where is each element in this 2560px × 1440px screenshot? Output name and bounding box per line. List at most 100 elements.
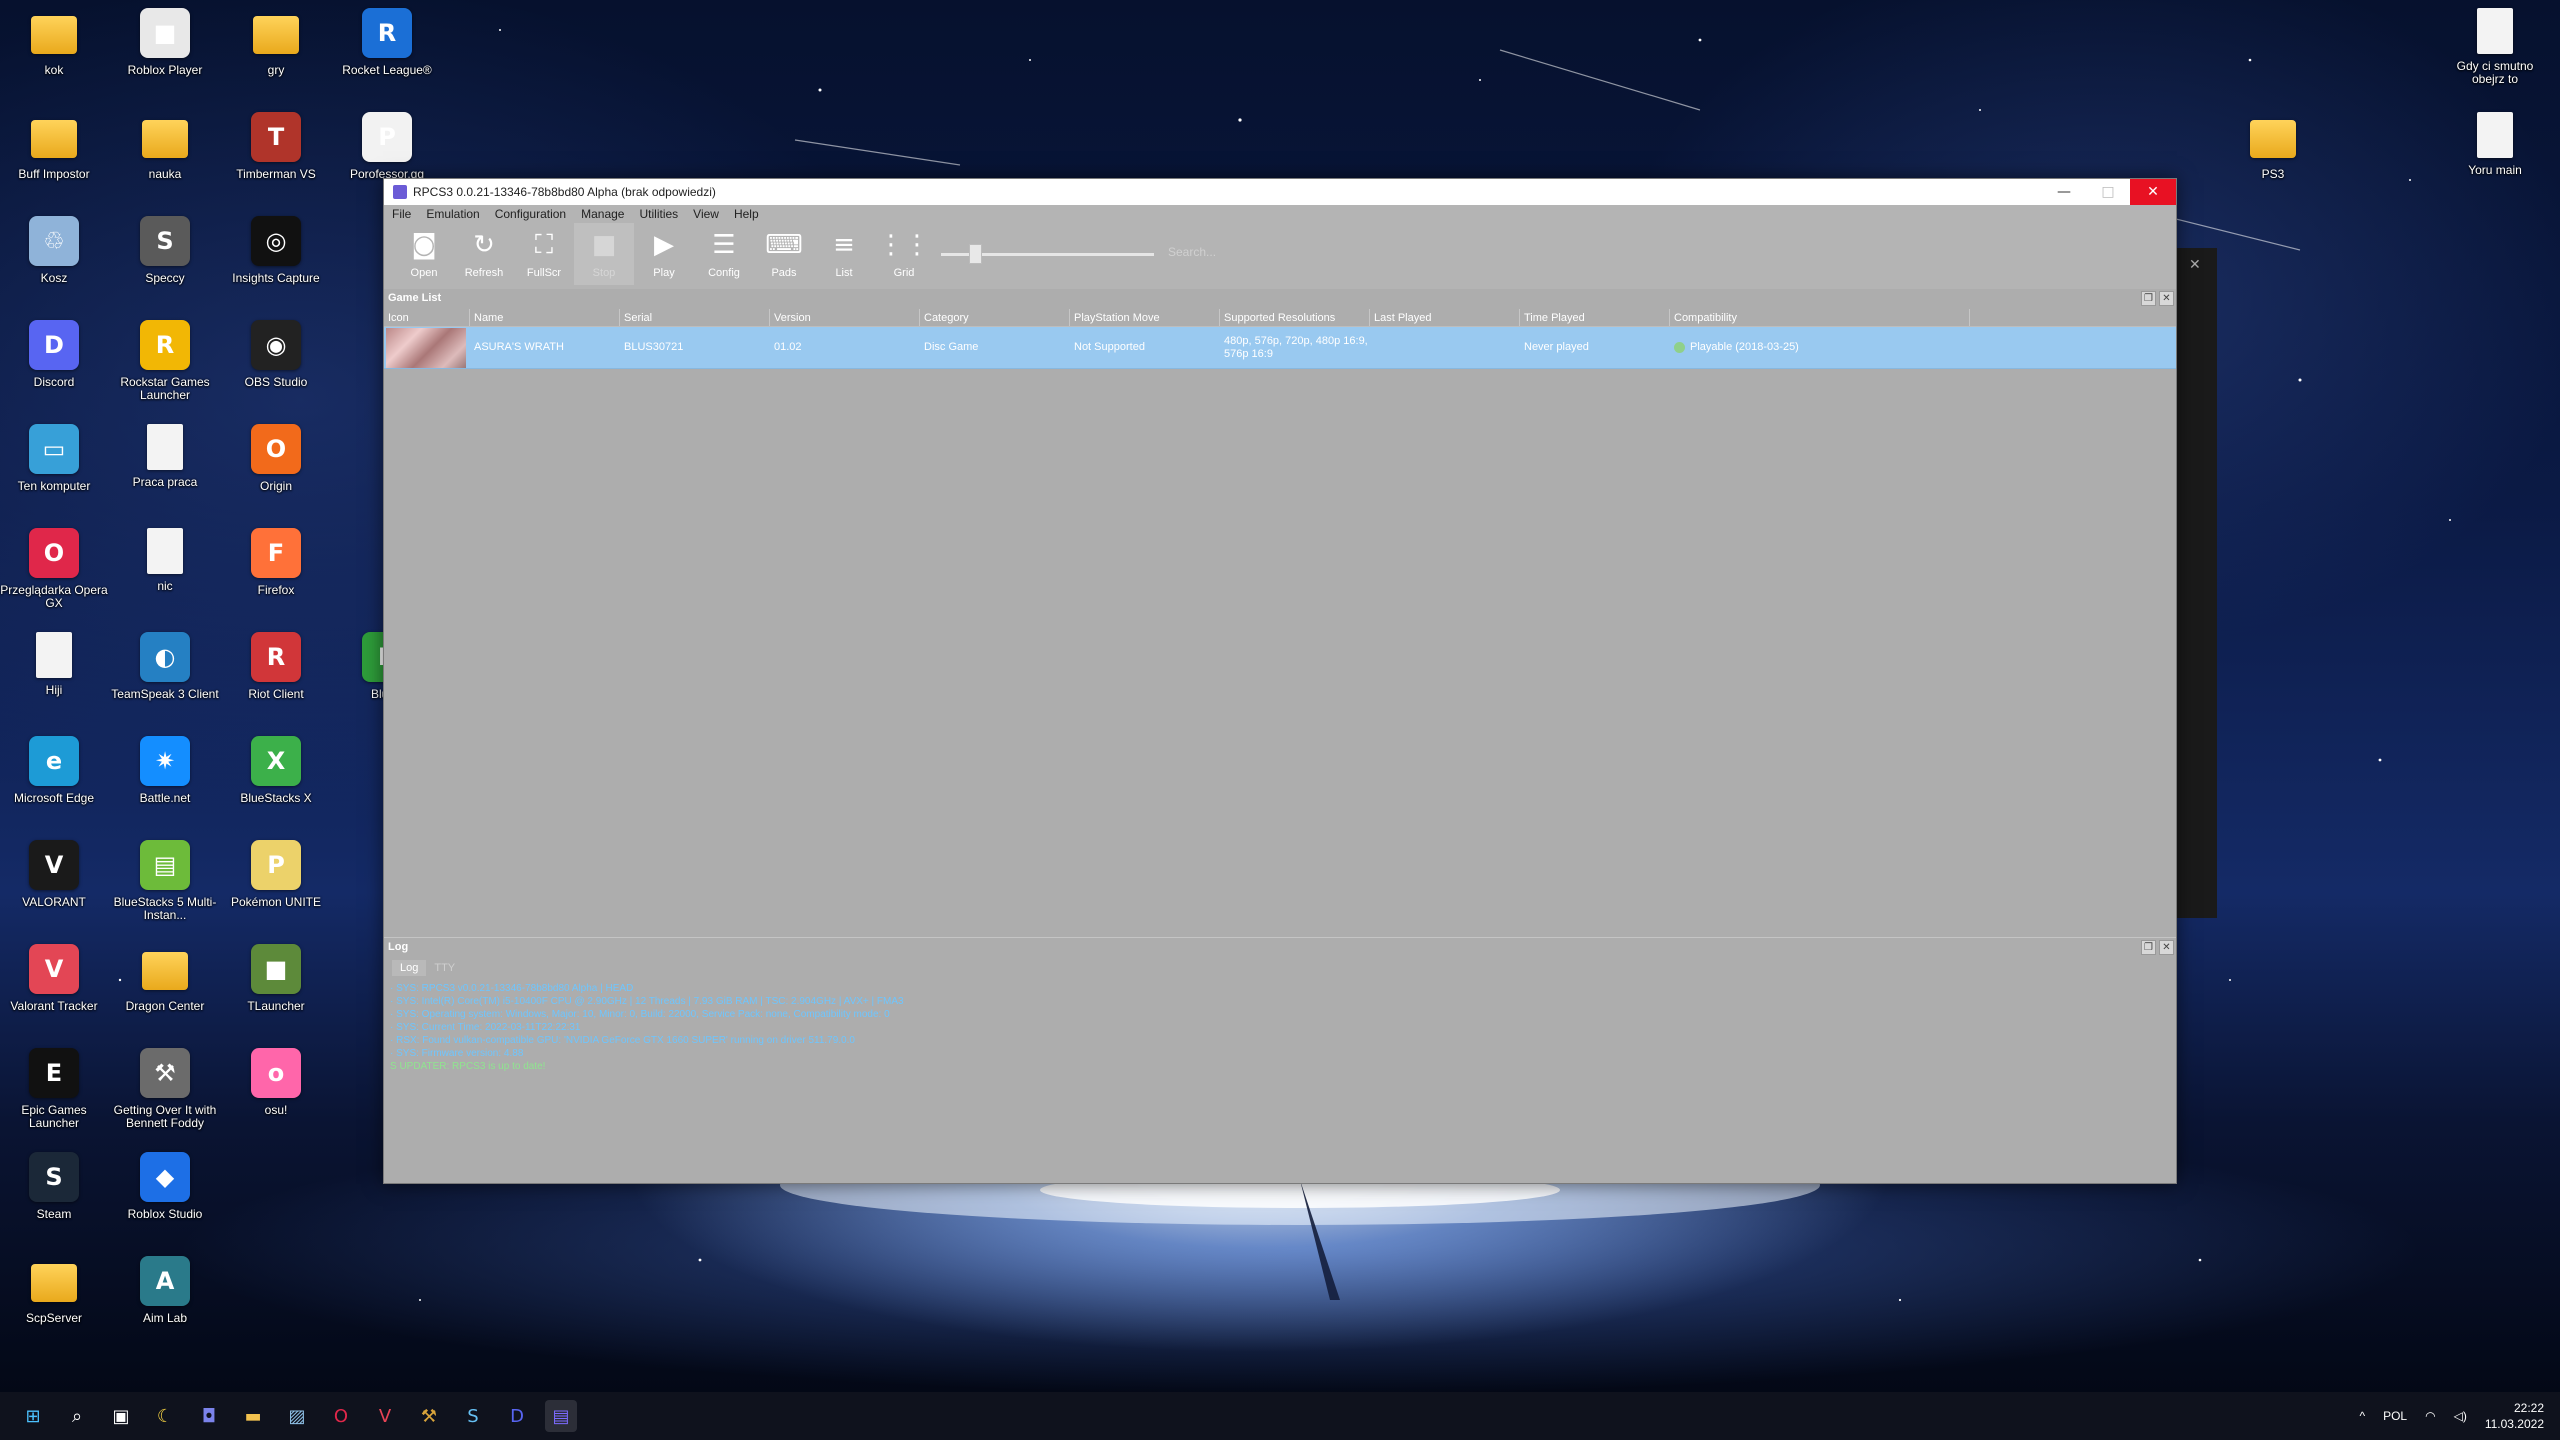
steam-icon[interactable]: S [457,1400,489,1432]
desktop-icon[interactable]: nauka [110,112,220,212]
desktop-icon[interactable]: R Riot Client [221,632,331,732]
play-button[interactable]: ▶ Play [634,223,694,285]
float-button[interactable]: ❐ [2141,940,2156,955]
desktop-icon[interactable]: Buff Impostor [0,112,109,212]
desktop-icon[interactable]: A Aim Lab [110,1256,220,1356]
zoom-slider-handle[interactable] [968,244,982,264]
desktop-icon[interactable]: R Rocket League® [332,8,442,108]
menu-item-configuration[interactable]: Configuration [495,207,566,221]
desktop-icon[interactable]: ScpServer [0,1256,109,1356]
background-window[interactable]: ✕ [2177,248,2217,918]
tray-chevron-icon[interactable]: ^ [2359,1409,2365,1423]
menu-item-manage[interactable]: Manage [581,207,624,221]
tab-tty[interactable]: TTY [426,960,463,976]
menu-item-emulation[interactable]: Emulation [426,207,479,221]
tab-log[interactable]: Log [392,960,427,976]
close-panel-button[interactable]: ✕ [2159,940,2174,955]
desktop-icon[interactable]: D Discord [0,320,109,420]
desktop-icon[interactable]: ▤ BlueStacks 5 Multi-Instan... [110,840,220,940]
pads-button[interactable]: ⌨ Pads [754,223,814,285]
valorant-icon[interactable]: V [369,1400,401,1432]
desktop-icon[interactable]: Yoru main [2440,112,2550,212]
menu-item-view[interactable]: View [693,207,719,221]
menu-item-help[interactable]: Help [734,207,759,221]
column-header-serial[interactable]: Serial [620,309,770,326]
desktop-icon[interactable]: V Valorant Tracker [0,944,109,1044]
desktop-icon[interactable]: ■ Roblox Player [110,8,220,108]
desktop-icon[interactable]: Praca praca [110,424,220,524]
desktop-icon[interactable]: kok [0,8,109,108]
title-bar[interactable]: RPCS3 0.0.21-13346-78b8bd80 Alpha (brak … [384,179,2176,205]
desktop-icon[interactable]: F Firefox [221,528,331,628]
desktop-icon[interactable]: R Rockstar Games Launcher [110,320,220,420]
table-row[interactable]: ASURA'S WRATH BLUS30721 01.02 Disc Game Not … [384,327,2176,369]
column-header-last-played[interactable]: Last Played [1370,309,1520,326]
column-header-supported-resolutions[interactable]: Supported Resolutions [1220,309,1370,326]
list-button[interactable]: ≡ List [814,223,874,285]
desktop-icon[interactable]: S Steam [0,1152,109,1252]
desktop-icon[interactable]: ■ TLauncher [221,944,331,1044]
column-header-playstation-move[interactable]: PlayStation Move [1070,309,1220,326]
wifi-icon[interactable]: ◠ [2425,1409,2435,1423]
desktop-icon[interactable]: nic [110,528,220,628]
desktop-icon[interactable]: O Origin [221,424,331,524]
desktop-icon[interactable]: ♲ Kosz [0,216,109,316]
desktop-icon[interactable]: ◐ TeamSpeak 3 Client [110,632,220,732]
desktop-icon[interactable]: Hiji [0,632,109,732]
tlauncher-icon[interactable]: ⚒ [413,1400,445,1432]
file-explorer-icon[interactable]: ▬ [237,1400,269,1432]
language-indicator[interactable]: POL [2383,1409,2407,1423]
maximize-button[interactable]: □ [2086,179,2130,205]
close-button[interactable]: ✕ [2130,179,2176,205]
desktop-icon[interactable]: gry [221,8,331,108]
volume-icon[interactable]: ◁) [2454,1409,2467,1423]
desktop-icon[interactable]: P Pokémon UNITE [221,840,331,940]
search-input[interactable]: Search... [1168,245,1408,265]
refresh-button[interactable]: ↻ Refresh [454,223,514,285]
float-button[interactable]: ❐ [2141,291,2156,306]
config-button[interactable]: ☰ Config [694,223,754,285]
menu-item-file[interactable]: File [392,207,411,221]
search-icon[interactable]: ⌕ [61,1400,93,1432]
desktop-icon[interactable]: Dragon Center [110,944,220,1044]
column-header-version[interactable]: Version [770,309,920,326]
menu-item-utilities[interactable]: Utilities [639,207,678,221]
column-header-time-played[interactable]: Time Played [1520,309,1670,326]
column-header-category[interactable]: Category [920,309,1070,326]
column-header-icon[interactable]: Icon [384,309,470,326]
desktop-icon[interactable]: o osu! [221,1048,331,1148]
desktop-icon[interactable]: ◉ OBS Studio [221,320,331,420]
close-panel-button[interactable]: ✕ [2159,291,2174,306]
night-app-icon[interactable]: ☾ [149,1400,181,1432]
desktop-icon[interactable]: ▭ Ten komputer [0,424,109,524]
desktop-icon[interactable]: ◎ Insights Capture [221,216,331,316]
column-header-compatibility[interactable]: Compatibility [1670,309,1970,326]
desktop-icon[interactable]: PS3 [2218,112,2328,212]
column-header-name[interactable]: Name [470,309,620,326]
desktop-icon[interactable]: E Epic Games Launcher [0,1048,109,1148]
opera-gx-icon[interactable]: O [325,1400,357,1432]
open-button[interactable]: ◙ Open [394,223,454,285]
close-icon[interactable]: ✕ [2189,256,2201,273]
task-view-icon[interactable]: ▣ [105,1400,137,1432]
photos-icon[interactable]: ▨ [281,1400,313,1432]
desktop-icon[interactable]: Gdy ci smutno obejrz to [2440,8,2550,108]
desktop-icon[interactable]: T Timberman VS [221,112,331,212]
desktop-icon[interactable]: S Speccy [110,216,220,316]
minimize-button[interactable]: — [2042,179,2086,205]
stop-button[interactable]: ■ Stop [574,223,634,285]
discord-icon[interactable]: D [501,1400,533,1432]
teams-chat-icon[interactable]: ◘ [193,1400,225,1432]
zoom-slider[interactable] [941,244,1154,264]
desktop-icon[interactable]: X BlueStacks X [221,736,331,836]
start-icon[interactable]: ⊞ [17,1400,49,1432]
desktop-icon[interactable]: V VALORANT [0,840,109,940]
desktop-icon[interactable]: ◆ Roblox Studio [110,1152,220,1252]
grid-button[interactable]: ⋮⋮ Grid [874,223,934,285]
desktop-icon[interactable]: e Microsoft Edge [0,736,109,836]
rpcs3-icon[interactable]: ▤ [545,1400,577,1432]
desktop-icon[interactable]: O Przeglądarka Opera GX [0,528,109,628]
desktop-icon[interactable]: ⚒ Getting Over It with Bennett Foddy [110,1048,220,1148]
desktop-icon[interactable]: ✷ Battle.net [110,736,220,836]
clock[interactable]: 22:22 11.03.2022 [2485,1400,2544,1432]
